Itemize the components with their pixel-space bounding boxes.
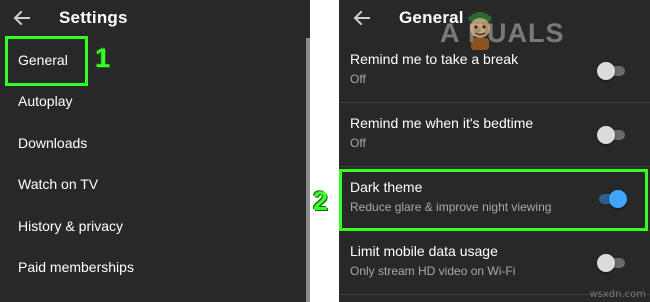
settings-item-label: History & privacy [18, 218, 124, 234]
toggle-switch[interactable] [597, 126, 627, 144]
settings-item-general[interactable]: General [0, 41, 300, 81]
back-arrow-icon[interactable] [12, 8, 32, 28]
setting-bedtime[interactable]: Remind me when it's bedtime Off [339, 104, 650, 168]
settings-panel: Settings General Autoplay Downloads Watc… [0, 0, 310, 302]
settings-item-autoplay[interactable]: Autoplay [0, 82, 300, 122]
divider [339, 102, 650, 103]
settings-item-paid-memberships[interactable]: Paid memberships [0, 248, 300, 288]
scrollbar-thumb[interactable] [306, 38, 310, 302]
step-number-1: 1 [95, 43, 111, 73]
setting-subtitle: Off [350, 72, 366, 86]
toggle-switch[interactable] [597, 62, 627, 80]
setting-subtitle: Off [350, 136, 366, 150]
watermark-logo: A PUALS [440, 18, 565, 48]
toggle-knob [609, 190, 627, 208]
toggle-switch[interactable] [597, 254, 627, 272]
settings-item-history-privacy[interactable]: History & privacy [0, 207, 300, 247]
toggle-knob [597, 126, 615, 144]
mascot-logo [468, 12, 492, 50]
setting-dark-theme[interactable]: Dark theme Reduce glare & improve night … [339, 168, 650, 232]
settings-header: Settings [0, 0, 310, 38]
settings-item-label: General [18, 52, 68, 68]
setting-title: Limit mobile data usage [350, 243, 498, 259]
setting-title: Dark theme [350, 179, 423, 195]
divider [339, 166, 650, 167]
setting-subtitle: Reduce glare & improve night viewing [350, 200, 552, 214]
back-arrow-icon[interactable] [352, 8, 372, 28]
settings-item-watch-on-tv[interactable]: Watch on TV [0, 165, 300, 205]
toggle-switch[interactable] [597, 190, 627, 208]
setting-title: Remind me when it's bedtime [350, 115, 534, 131]
setting-title: Remind me to take a break [350, 51, 519, 67]
page-title: Settings [59, 8, 128, 27]
step-number-2: 2 [313, 186, 329, 216]
settings-item-label: Downloads [18, 135, 88, 151]
settings-item-downloads[interactable]: Downloads [0, 124, 300, 164]
site-credit: wsxdn.com [589, 289, 646, 300]
setting-limit-mobile-data[interactable]: Limit mobile data usage Only stream HD v… [339, 232, 650, 296]
settings-item-label: Autoplay [18, 93, 73, 109]
settings-item-label: Paid memberships [18, 259, 134, 275]
settings-item-label: Watch on TV [18, 176, 99, 192]
toggle-knob [597, 62, 615, 80]
divider [339, 230, 650, 231]
setting-subtitle: Only stream HD video on Wi-Fi [350, 264, 516, 278]
toggle-knob [597, 254, 615, 272]
